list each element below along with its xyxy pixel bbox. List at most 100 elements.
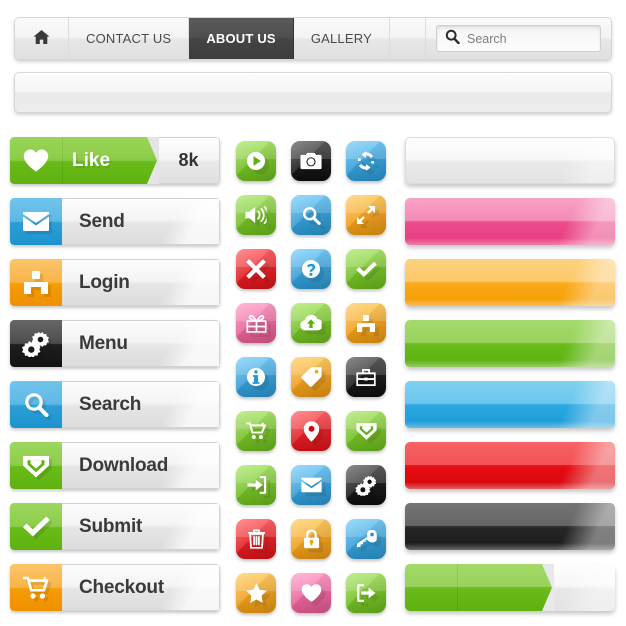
bar-red[interactable] bbox=[405, 442, 615, 489]
main-navbar: CONTACT US ABOUT US GALLERY Search bbox=[14, 17, 612, 60]
search-input[interactable]: Search bbox=[436, 25, 601, 52]
gears-icon bbox=[355, 475, 377, 496]
icon-tile-help-question[interactable] bbox=[291, 249, 331, 289]
like-button-body[interactable]: Like bbox=[10, 137, 159, 184]
icon-tile-map-pin[interactable] bbox=[291, 411, 331, 451]
nav-home-button[interactable] bbox=[15, 18, 69, 59]
icon-tile-checkmark[interactable] bbox=[346, 249, 386, 289]
bar-like-notch-arrow bbox=[542, 564, 554, 611]
search-button-label: Search bbox=[79, 393, 142, 415]
key-icon bbox=[356, 529, 377, 548]
download-shield-icon bbox=[355, 422, 377, 440]
icon-tile-heart[interactable] bbox=[291, 573, 331, 613]
like-divider bbox=[62, 137, 63, 184]
icon-tile-camera[interactable] bbox=[291, 141, 331, 181]
bar-bottom-shade bbox=[405, 482, 615, 489]
nav-spacer bbox=[389, 18, 426, 59]
search-placeholder-text: Search bbox=[467, 31, 507, 46]
empty-navbar[interactable] bbox=[14, 72, 612, 113]
gears-icon bbox=[10, 320, 62, 367]
download-button-body[interactable]: Download bbox=[62, 442, 220, 489]
bar-gloss bbox=[405, 564, 553, 588]
submit-button-body[interactable]: Submit bbox=[62, 503, 220, 550]
icon-tile-play[interactable] bbox=[236, 141, 276, 181]
trash-icon bbox=[247, 529, 265, 549]
icon-tile-search[interactable] bbox=[291, 195, 331, 235]
icon-tile-star[interactable] bbox=[236, 573, 276, 613]
icon-tile-info[interactable] bbox=[236, 357, 276, 397]
login-button[interactable]: Login bbox=[10, 259, 220, 306]
search-icon bbox=[302, 206, 321, 225]
icon-tile-expand-arrows[interactable] bbox=[346, 195, 386, 235]
login-button-body[interactable]: Login bbox=[62, 259, 220, 306]
nav-tab-contact-us[interactable]: CONTACT US bbox=[69, 18, 190, 59]
search-button[interactable]: Search bbox=[10, 381, 220, 428]
bar-bottom-shade bbox=[405, 543, 615, 550]
shopping-cart-icon bbox=[245, 422, 267, 440]
bar-green[interactable] bbox=[405, 320, 615, 367]
nav-tab-gallery[interactable]: GALLERY bbox=[293, 18, 390, 59]
checkout-button-body[interactable]: Checkout bbox=[62, 564, 220, 611]
login-button-label: Login bbox=[79, 271, 130, 293]
envelope-icon bbox=[300, 477, 322, 493]
download-button[interactable]: Download bbox=[10, 442, 220, 489]
bar-like-count-section[interactable] bbox=[543, 564, 615, 611]
icon-tile-volume[interactable] bbox=[236, 195, 276, 235]
like-button[interactable]: Like 8k bbox=[10, 137, 220, 184]
icon-tile-cloud-upload[interactable] bbox=[291, 303, 331, 343]
icon-tile-key[interactable] bbox=[346, 519, 386, 559]
submit-button[interactable]: Submit bbox=[10, 503, 220, 550]
icon-tile-shopping-cart[interactable] bbox=[236, 411, 276, 451]
nav-tab-label: CONTACT US bbox=[86, 31, 172, 46]
icon-tile-sign-in[interactable] bbox=[236, 465, 276, 505]
menu-button[interactable]: Menu bbox=[10, 320, 220, 367]
icon-tile-price-tag[interactable] bbox=[291, 357, 331, 397]
like-count: 8k bbox=[158, 137, 220, 184]
bar-orange[interactable] bbox=[405, 259, 615, 306]
bar-blue[interactable] bbox=[405, 381, 615, 428]
cloud-upload-icon bbox=[300, 314, 322, 331]
bar-pink[interactable] bbox=[405, 198, 615, 245]
download-shield-icon bbox=[10, 442, 62, 489]
help-question-icon bbox=[301, 259, 321, 279]
bar-bottom-shade bbox=[405, 360, 615, 367]
home-icon bbox=[33, 29, 50, 48]
icon-tile-refresh[interactable] bbox=[346, 141, 386, 181]
nav-tab-about-us[interactable]: ABOUT US bbox=[189, 18, 294, 59]
icon-tile-close-x[interactable] bbox=[236, 249, 276, 289]
submit-button-label: Submit bbox=[79, 515, 143, 537]
menu-button-body[interactable]: Menu bbox=[62, 320, 220, 367]
shopping-cart-icon bbox=[10, 564, 62, 611]
price-tag-icon bbox=[300, 367, 322, 387]
login-person-icon bbox=[356, 314, 376, 332]
icon-tile-gift[interactable] bbox=[236, 303, 276, 343]
lock-icon bbox=[302, 529, 319, 549]
bar-like-green-section[interactable] bbox=[405, 564, 554, 611]
refresh-icon bbox=[356, 151, 376, 171]
send-button-label: Send bbox=[79, 210, 125, 232]
bar-bottom-shade bbox=[405, 299, 615, 306]
icon-tile-lock[interactable] bbox=[291, 519, 331, 559]
volume-icon bbox=[245, 205, 267, 225]
check-icon bbox=[10, 503, 62, 550]
bar-shine bbox=[542, 138, 614, 183]
bar-black[interactable] bbox=[405, 503, 615, 550]
checkout-button[interactable]: Checkout bbox=[10, 564, 220, 611]
icon-tile-gears[interactable] bbox=[346, 465, 386, 505]
icon-tile-sign-out[interactable] bbox=[346, 573, 386, 613]
send-button-body[interactable]: Send bbox=[62, 198, 220, 245]
gift-icon bbox=[245, 314, 267, 333]
expand-arrows-icon bbox=[356, 205, 376, 225]
close-x-icon bbox=[246, 259, 266, 279]
briefcase-icon bbox=[356, 368, 376, 386]
send-button[interactable]: Send bbox=[10, 198, 220, 245]
search-button-body[interactable]: Search bbox=[62, 381, 220, 428]
download-button-label: Download bbox=[79, 454, 169, 476]
bar-like-empty[interactable] bbox=[405, 564, 615, 611]
icon-tile-envelope[interactable] bbox=[291, 465, 331, 505]
icon-tile-download-shield[interactable] bbox=[346, 411, 386, 451]
bar-white[interactable] bbox=[405, 137, 615, 184]
icon-tile-login-person[interactable] bbox=[346, 303, 386, 343]
icon-tile-trash[interactable] bbox=[236, 519, 276, 559]
icon-tile-briefcase[interactable] bbox=[346, 357, 386, 397]
